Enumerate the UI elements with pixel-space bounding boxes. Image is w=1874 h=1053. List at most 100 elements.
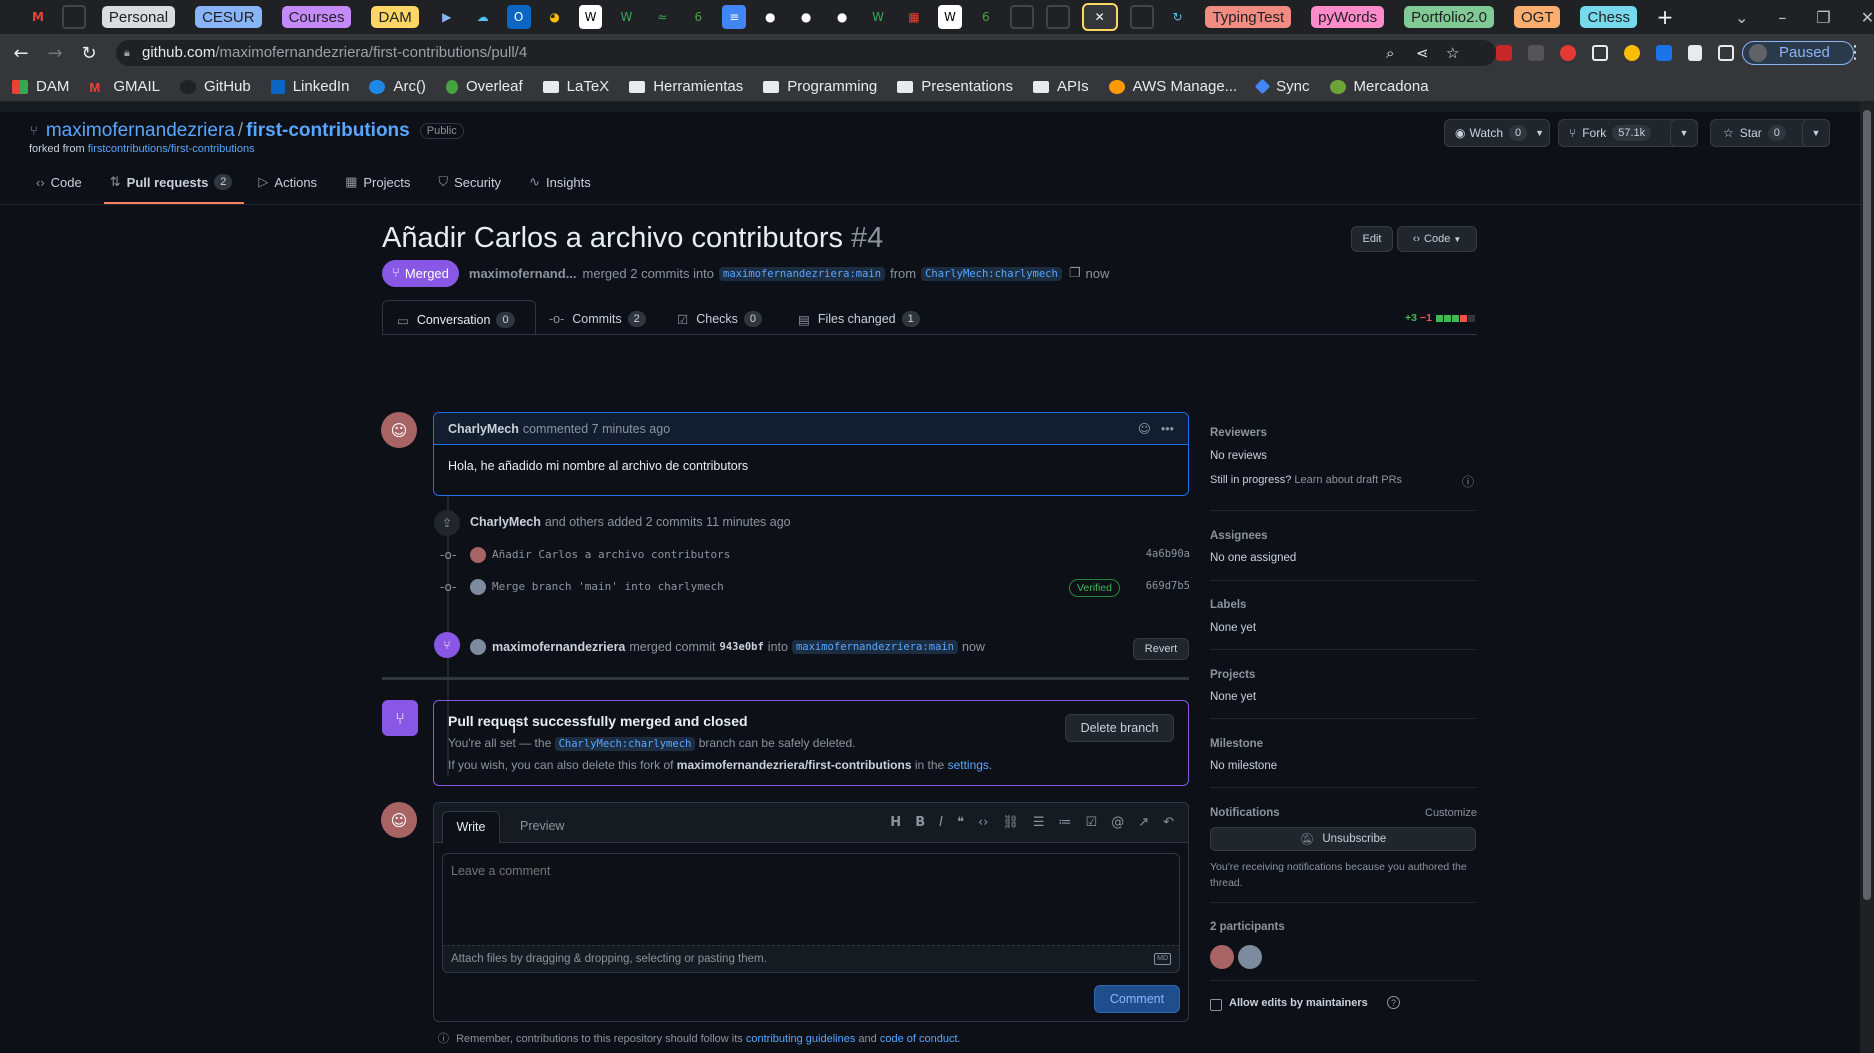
commenter-avatar[interactable]: ☺ [381,412,417,448]
milestone-heading[interactable]: Milestone [1210,738,1263,750]
tab-security[interactable]: ⛉ Security [438,174,501,190]
tab-group-typingtest[interactable]: TypingTest [1205,6,1292,28]
bookmark-programming-folder[interactable]: Programming [763,78,877,95]
tab-insights[interactable]: ∿ Insights [529,174,591,190]
comment-author-link[interactable]: CharlyMech [448,422,519,436]
bookmark-presentations-folder[interactable]: Presentations [897,78,1013,95]
github-tab-icon[interactable]: ● [830,5,854,29]
tab-files-changed[interactable]: ▤ Files changed 1 [798,311,920,327]
allow-edits-label[interactable]: Allow edits by maintainers [1229,997,1368,1009]
extension-icon[interactable] [1560,45,1576,61]
commit-author-avatar[interactable] [470,547,486,563]
watch-button[interactable]: ◉ Watch 0 ▼ [1444,119,1550,147]
merger-avatar[interactable] [470,639,486,655]
tab-actions[interactable]: ▷ Actions [258,174,317,190]
tab-group-ogt[interactable]: OGT [1513,6,1561,28]
emoji-reaction-icon[interactable]: ☺ [1138,421,1151,436]
page-scrollbar[interactable] [1860,102,1874,1053]
bookmark-star-icon[interactable]: ☆ [1446,40,1459,66]
tab-pull-requests[interactable]: ⇅ Pull requests 2 [110,174,233,190]
revert-button[interactable]: Revert [1133,638,1189,660]
bookmark-mercadona[interactable]: Mercadona [1329,78,1429,95]
tab-group-chess[interactable]: Chess [1580,6,1638,28]
repo-name-link[interactable]: first-contributions [246,120,410,142]
tab-icon[interactable] [1045,5,1070,29]
overleaf-tab-icon[interactable]: 6 [686,5,710,29]
scrollbar-thumb[interactable] [1863,110,1871,900]
preview-tab[interactable]: Preview [520,819,564,833]
mention-icon[interactable]: @ [1111,815,1124,830]
tab-group-portfolio[interactable]: Portfolio2.0 [1404,6,1494,28]
info-icon[interactable]: ⓘ [1462,473,1474,490]
wikipedia-tab-icon[interactable]: W [578,5,603,29]
settings-link[interactable]: settings. [948,758,993,772]
head-branch-label[interactable]: CharlyMech:charlymech [921,266,1062,281]
attach-files-bar[interactable]: Attach files by dragging & dropping, sel… [442,945,1180,973]
extension-icon[interactable] [1624,45,1640,61]
tab-icon[interactable] [61,5,86,29]
question-icon[interactable]: ? [1387,996,1400,1009]
bookmark-linkedin[interactable]: LinkedIn [270,78,349,95]
tab-group-courses[interactable]: Courses [281,6,352,28]
code-icon[interactable]: ‹› [978,815,988,830]
tab-icon[interactable]: ▶ [435,5,459,29]
bookmark-herramientas-folder[interactable]: Herramientas [629,78,743,95]
tab-conversation[interactable]: ▭ Conversation 0 [382,300,536,334]
puzzle-icon[interactable] [1688,45,1702,61]
bookmark-latex-folder[interactable]: LaTeX [542,78,609,95]
tab-icon[interactable] [1009,5,1034,29]
tab-code[interactable]: ‹› Code [36,174,82,190]
bookmark-gmail[interactable]: M GMAIL [89,78,160,95]
merge-author-link[interactable]: maximofernandezriera [492,640,625,654]
overleaf-tab-icon[interactable]: 6 [974,5,998,29]
github-tab-icon[interactable]: ● [794,5,818,29]
merger-link[interactable]: maximofernand... [469,266,577,281]
wikipedia-tab-icon[interactable]: W [937,5,962,29]
reload-icon[interactable]: ↻ [72,43,106,64]
back-icon[interactable]: ← [4,43,38,64]
quote-icon[interactable]: ❝ [957,815,964,830]
tab-search-icon[interactable]: ⌄ [1735,8,1748,27]
tab-icon[interactable]: ◕ [543,5,567,29]
tab-icon[interactable] [1129,5,1154,29]
cross-reference-icon[interactable]: ↗ [1138,815,1149,830]
commit-sha-link[interactable]: 669d7b5 [1146,580,1190,592]
new-tab-icon[interactable]: + [1653,5,1677,29]
bookmark-aws[interactable]: AWS Manage... [1108,78,1237,95]
share-icon[interactable]: ⋖ [1416,40,1429,66]
comment-submit-button[interactable]: Comment [1094,985,1180,1013]
draft-prs-link[interactable]: Learn about draft PRs [1294,474,1402,486]
repo-owner-link[interactable]: maximofernandezriera [46,120,235,142]
active-tab[interactable]: ✕ [1081,3,1118,31]
bullet-list-icon[interactable]: ☰ [1033,815,1045,830]
delete-branch-button[interactable]: Delete branch [1065,714,1174,742]
star-dropdown-button[interactable]: ▼ [1802,119,1830,147]
copy-icon[interactable]: ❐ [1069,266,1081,281]
tab-group-personal[interactable]: Personal [101,6,176,28]
assignees-heading[interactable]: Assignees [1210,530,1268,542]
commit-author-avatar[interactable] [470,579,486,595]
minimize-icon[interactable]: – [1778,8,1786,27]
bold-icon[interactable]: B [915,815,925,830]
link-icon[interactable]: ⛓ [1002,815,1019,830]
bookmark-github[interactable]: GitHub [180,78,251,95]
forked-from-link[interactable]: firstcontributions/first-contributions [88,143,255,155]
comment-textarea[interactable] [442,853,1180,945]
menu-icon[interactable]: ⋮ [1838,42,1872,63]
bookmark-apis-folder[interactable]: APIs [1032,78,1089,95]
write-tab[interactable]: Write [442,811,500,843]
italic-icon[interactable]: I [939,815,943,830]
bookmark-arc[interactable]: Arc() [369,78,426,95]
tab-icon[interactable]: W [614,5,638,29]
allow-edits-checkbox[interactable] [1210,999,1222,1011]
gmail-tab-icon[interactable]: M [26,5,50,29]
labels-heading[interactable]: Labels [1210,599,1246,611]
tab-icon[interactable]: W [866,5,890,29]
extension-icon[interactable] [1592,45,1608,61]
commit-message-link[interactable]: Añadir Carlos a archivo contributors [492,548,730,561]
customize-notifications-link[interactable]: Customize [1425,807,1477,819]
extension-icon[interactable] [1528,45,1544,61]
restore-icon[interactable]: ❐ [1816,8,1830,27]
outlook-tab-icon[interactable]: O [506,5,531,29]
edit-title-button[interactable]: Edit [1351,226,1393,252]
